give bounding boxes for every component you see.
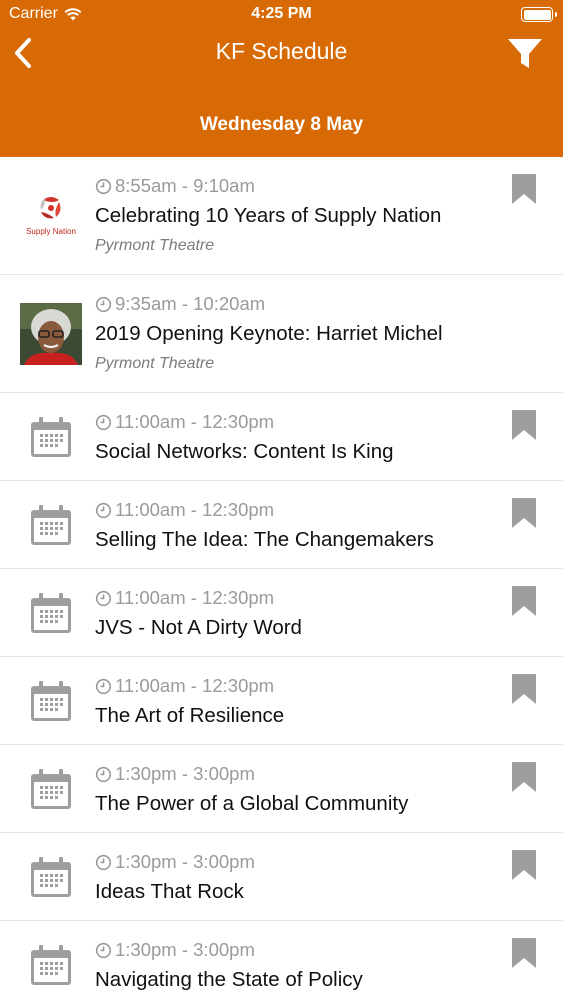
session-time-label: 9:35am - 10:20am — [115, 293, 266, 314]
clock-icon — [95, 942, 112, 958]
session-time-label: 1:30pm - 3:00pm — [115, 939, 255, 960]
filter-button[interactable] — [505, 35, 545, 73]
session-row[interactable]: 1:30pm - 3:00pm Navigating the State of … — [0, 921, 563, 1000]
bookmark-icon[interactable] — [512, 762, 536, 792]
day-header: Wednesday 8 May — [199, 114, 364, 135]
session-time: 11:00am - 12:30pm — [95, 410, 503, 434]
session-time: 11:00am - 12:30pm — [95, 586, 503, 610]
session-row[interactable]: 11:00am - 12:30pm Selling The Idea: The … — [0, 481, 563, 569]
bookmark-icon[interactable] — [512, 674, 536, 704]
calendar-icon — [20, 934, 82, 996]
header: Carrier 4:25 PM KF Schedule Wednesday 8 … — [0, 0, 563, 157]
session-title: Social Networks: Content Is King — [95, 440, 394, 463]
session-title: The Art of Resilience — [95, 704, 285, 727]
speaker-photo — [20, 303, 82, 365]
page-title: KF Schedule — [215, 38, 348, 64]
session-row[interactable]: 11:00am - 12:30pm Social Networks: Conte… — [0, 393, 563, 481]
session-time: 11:00am - 12:30pm — [95, 674, 503, 698]
session-row[interactable]: 11:00am - 12:30pm JVS - Not A Dirty Word — [0, 569, 563, 657]
session-list: Supply Nation 8:55am - 9:10am Celebratin… — [0, 157, 563, 1000]
session-venue: Pyrmont Theatre — [95, 237, 215, 254]
bookmark-icon[interactable] — [512, 174, 536, 204]
session-time-label: 11:00am - 12:30pm — [115, 411, 275, 432]
filter-icon — [508, 39, 542, 68]
session-time-label: 1:30pm - 3:00pm — [115, 763, 255, 784]
session-title: JVS - Not A Dirty Word — [95, 616, 302, 639]
nav-bar: KF Schedule — [0, 30, 563, 76]
bookmark-icon[interactable] — [512, 938, 536, 968]
session-time-label: 11:00am - 12:30pm — [115, 587, 275, 608]
calendar-icon — [20, 846, 82, 908]
bookmark-icon[interactable] — [512, 850, 536, 880]
battery-icon — [521, 7, 557, 22]
session-title: The Power of a Global Community — [95, 792, 409, 815]
session-time-label: 11:00am - 12:30pm — [115, 499, 275, 520]
clock-icon — [95, 766, 112, 782]
session-time: 11:00am - 12:30pm — [95, 498, 503, 522]
clock-icon — [95, 296, 112, 312]
status-bar: Carrier 4:25 PM — [0, 0, 563, 30]
session-row[interactable]: 1:30pm - 3:00pm Ideas That Rock — [0, 833, 563, 921]
bookmark-icon[interactable] — [512, 498, 536, 528]
session-row[interactable]: 11:00am - 12:30pm The Art of Resilience — [0, 657, 563, 745]
session-time-label: 11:00am - 12:30pm — [115, 675, 275, 696]
clock-icon — [95, 854, 112, 870]
calendar-icon — [20, 406, 82, 468]
session-row[interactable]: Supply Nation 8:55am - 9:10am Celebratin… — [0, 157, 563, 275]
session-venue: Pyrmont Theatre — [95, 355, 215, 372]
session-title: Selling The Idea: The Changemakers — [95, 528, 434, 551]
session-title: Navigating the State of Policy — [95, 968, 363, 991]
session-row[interactable]: 9:35am - 10:20am 2019 Opening Keynote: H… — [0, 275, 563, 393]
session-time: 1:30pm - 3:00pm — [95, 850, 503, 874]
session-title: Ideas That Rock — [95, 880, 244, 903]
calendar-icon — [20, 582, 82, 644]
status-time: 4:25 PM — [251, 5, 312, 22]
calendar-icon — [20, 494, 82, 556]
calendar-icon — [20, 758, 82, 820]
calendar-icon — [20, 670, 82, 732]
session-time: 9:35am - 10:20am — [95, 292, 503, 316]
bookmark-icon[interactable] — [512, 410, 536, 440]
session-title: 2019 Opening Keynote: Harriet Michel — [95, 322, 443, 345]
clock-icon — [95, 414, 112, 430]
session-time: 1:30pm - 3:00pm — [95, 762, 503, 786]
bookmark-icon[interactable] — [512, 586, 536, 616]
session-title: Celebrating 10 Years of Supply Nation — [95, 204, 442, 227]
session-time-label: 8:55am - 9:10am — [115, 175, 255, 196]
session-time-label: 1:30pm - 3:00pm — [115, 851, 255, 872]
supply-nation-logo-text: Supply Nation — [26, 227, 76, 236]
clock-icon — [95, 178, 112, 194]
session-time: 1:30pm - 3:00pm — [95, 938, 503, 962]
clock-icon — [95, 678, 112, 694]
session-row[interactable]: 1:30pm - 3:00pm The Power of a Global Co… — [0, 745, 563, 833]
clock-icon — [95, 502, 112, 518]
session-time: 8:55am - 9:10am — [95, 174, 503, 198]
supply-nation-logo: Supply Nation — [20, 185, 82, 247]
clock-icon — [95, 590, 112, 606]
